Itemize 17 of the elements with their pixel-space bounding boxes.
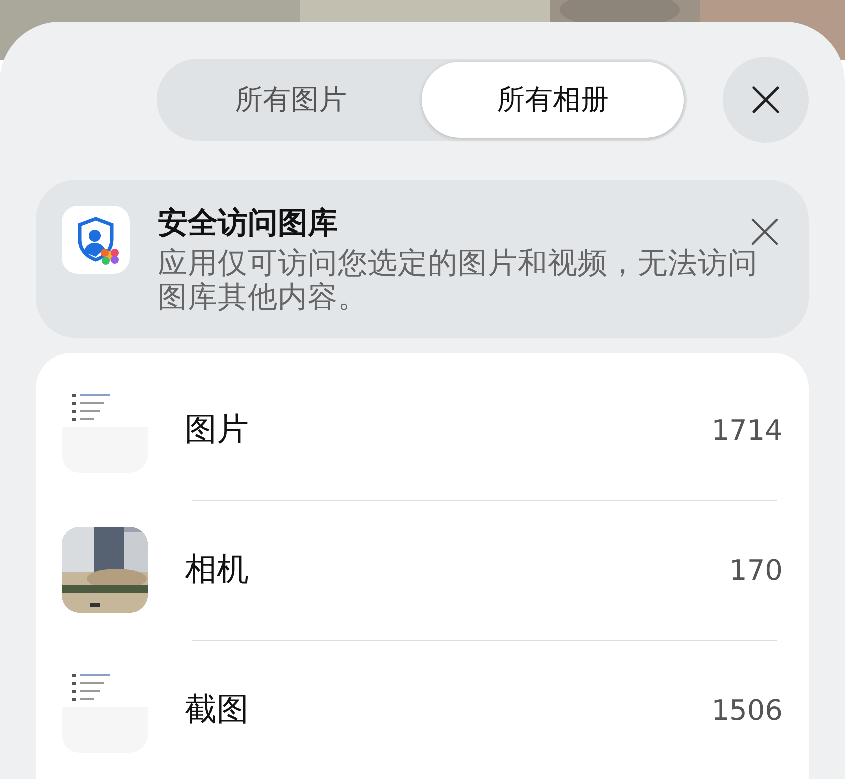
album-item[interactable]: 截图 1506 [62,640,783,779]
album-name: 截图 [185,689,250,730]
tab[interactable]: 所有图片 [160,62,422,138]
photo-count: 170 [730,554,783,586]
shield-person-icon [62,206,130,274]
tab[interactable]: 所有相册 [422,62,684,138]
photo-count: 1506 [712,694,783,726]
album-name: 图片 [185,409,250,450]
close-button[interactable] [751,218,779,246]
album-item[interactable]: 相机 170 [62,500,783,640]
album-item[interactable]: 图片 1714 [62,360,783,500]
close-icon [751,85,781,115]
album-name: 相机 [185,549,250,590]
close-icon [751,218,779,246]
notice-title: 安全访问图库 [158,205,338,243]
notice-text: 应用仅可访问您选定的图片和视频，无法访问图库其他内容。 [158,246,758,314]
photo-count: 1714 [712,414,783,446]
